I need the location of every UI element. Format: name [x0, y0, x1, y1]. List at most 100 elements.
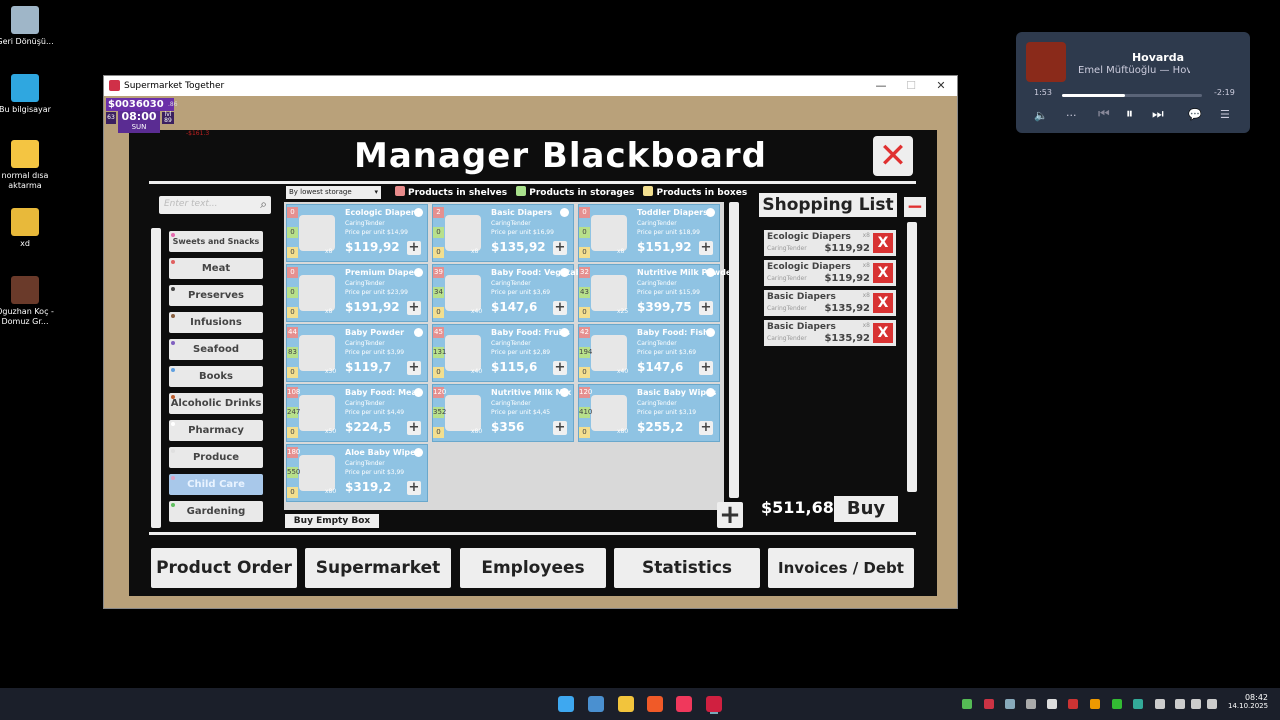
add-to-list-button[interactable]: + — [407, 481, 421, 495]
add-to-list-button[interactable]: + — [407, 361, 421, 375]
tab-employees[interactable]: Employees — [460, 548, 606, 588]
add-product-button[interactable]: + — [717, 502, 743, 528]
view-icon[interactable] — [560, 388, 569, 397]
shopping-item-brand: CaringTender — [767, 305, 807, 312]
view-icon[interactable] — [560, 208, 569, 217]
buy-button[interactable]: Buy — [834, 496, 898, 522]
category-button[interactable]: Alcoholic Drinks — [169, 393, 263, 414]
maximize-button[interactable]: ☐ — [899, 78, 923, 94]
tray-app-icon[interactable] — [1090, 699, 1100, 709]
track-title: Hovarda — [1131, 51, 1185, 64]
view-icon[interactable] — [706, 328, 715, 337]
tab-supermarket[interactable]: Supermarket — [305, 548, 451, 588]
album-art — [1026, 42, 1066, 82]
view-icon[interactable] — [560, 328, 569, 337]
search-input[interactable]: Enter text... — [164, 199, 218, 209]
tab-invoices-debt[interactable]: Invoices / Debt — [768, 548, 914, 588]
add-to-list-button[interactable]: + — [553, 361, 567, 375]
remove-item-button[interactable]: X — [873, 323, 893, 343]
category-button[interactable]: Infusions — [169, 312, 263, 333]
search-box[interactable]: Enter text... ⌕ — [159, 196, 271, 214]
add-to-list-button[interactable]: + — [699, 361, 713, 375]
remove-item-button[interactable]: X — [873, 263, 893, 283]
settings-tray-icon[interactable] — [1047, 699, 1057, 709]
category-button[interactable]: Books — [169, 366, 263, 387]
view-icon[interactable] — [706, 388, 715, 397]
network-app-icon[interactable] — [1133, 699, 1143, 709]
desktop-icon-folder-export[interactable]: normal dısa aktarma — [0, 140, 55, 191]
minimize-button[interactable]: — — [869, 78, 893, 94]
progress-track[interactable] — [1062, 94, 1202, 97]
view-icon[interactable] — [414, 388, 423, 397]
antivirus-icon[interactable] — [1068, 699, 1078, 709]
window-titlebar[interactable]: Supermarket Together — ☐ ✕ — [104, 76, 957, 96]
view-icon[interactable] — [414, 448, 423, 457]
desktop-icon-folder-xd[interactable]: xd — [0, 208, 55, 249]
file-explorer-icon[interactable] — [618, 696, 634, 712]
volume-icon[interactable]: 🔈 — [1034, 109, 1048, 122]
tab-statistics[interactable]: Statistics — [614, 548, 760, 588]
view-icon[interactable] — [414, 208, 423, 217]
remove-item-button[interactable]: X — [873, 293, 893, 313]
lyrics-icon[interactable]: 💬 — [1188, 108, 1202, 121]
tray-app-icon[interactable] — [984, 699, 994, 709]
gallery-icon[interactable] — [588, 696, 604, 712]
queue-list-icon[interactable]: ☰ — [1220, 108, 1230, 121]
wifi-icon[interactable] — [1175, 699, 1185, 709]
add-to-list-button[interactable]: + — [407, 421, 421, 435]
view-icon[interactable] — [560, 268, 569, 277]
volume-icon[interactable] — [1191, 699, 1201, 709]
battery-icon[interactable] — [1207, 699, 1217, 709]
add-to-list-button[interactable]: + — [553, 421, 567, 435]
add-to-list-button[interactable]: + — [407, 301, 421, 315]
category-button[interactable]: Seafood — [169, 339, 263, 360]
next-track-icon[interactable]: ⏭ — [1152, 107, 1164, 122]
previous-track-icon[interactable]: ⏮ — [1098, 107, 1110, 122]
category-button[interactable]: Preserves — [169, 285, 263, 306]
add-to-list-button[interactable]: + — [553, 301, 567, 315]
desktop-icon-recycle-bin[interactable]: Geri Dönüşü... — [0, 6, 55, 47]
window-close-button[interactable]: ✕ — [929, 78, 953, 94]
tray-app-icon[interactable] — [1112, 699, 1122, 709]
category-button[interactable]: Child Care — [169, 474, 263, 495]
category-button[interactable]: Produce — [169, 447, 263, 468]
category-button[interactable]: Gardening — [169, 501, 263, 522]
tray-expand-icon[interactable] — [1026, 699, 1036, 709]
search-icon[interactable]: ⌕ — [260, 197, 267, 212]
add-to-list-button[interactable]: + — [553, 241, 567, 255]
clear-list-button[interactable]: − — [904, 196, 926, 217]
add-to-list-button[interactable]: + — [407, 241, 421, 255]
brave-browser-icon[interactable] — [647, 696, 663, 712]
product-scrollbar[interactable] — [729, 202, 739, 498]
microphone-icon[interactable] — [1155, 699, 1165, 709]
add-to-list-button[interactable]: + — [699, 241, 713, 255]
view-icon[interactable] — [706, 208, 715, 217]
add-to-list-button[interactable]: + — [699, 421, 713, 435]
remove-item-button[interactable]: X — [873, 233, 893, 253]
category-scrollbar[interactable] — [151, 228, 161, 528]
nvidia-icon[interactable] — [962, 699, 972, 709]
music-app-icon[interactable] — [676, 696, 692, 712]
sort-select[interactable]: By lowest storage ▾ — [286, 186, 381, 199]
start-icon[interactable] — [558, 696, 574, 712]
category-button[interactable]: Pharmacy — [169, 420, 263, 441]
more-options-icon[interactable]: ··· — [1066, 109, 1077, 122]
supermarket-together-taskbar-icon[interactable] — [706, 696, 722, 712]
tab-product-order[interactable]: Product Order — [151, 548, 297, 588]
view-icon[interactable] — [706, 268, 715, 277]
board-close-button[interactable]: ✕ — [873, 136, 913, 176]
add-to-list-button[interactable]: + — [699, 301, 713, 315]
buy-empty-box-button[interactable]: Buy Empty Box — [285, 514, 379, 528]
boxes-count: 0 — [433, 307, 444, 318]
shopping-scrollbar[interactable] — [907, 222, 917, 492]
category-button[interactable]: Sweets and Snacks — [169, 231, 263, 252]
pause-icon[interactable]: ⏸ — [1126, 106, 1133, 122]
desktop-icon-video[interactable]: Oguzhan Koç - Domuz Gr... — [0, 276, 55, 327]
view-icon[interactable] — [414, 268, 423, 277]
desktop-icon-this-pc[interactable]: Bu bilgisayar — [0, 74, 55, 115]
storage-count: 43 — [579, 287, 590, 298]
steam-icon[interactable] — [1005, 699, 1015, 709]
view-icon[interactable] — [414, 328, 423, 337]
taskbar-clock[interactable]: 08:42 14.10.2025 — [1228, 693, 1268, 710]
category-button[interactable]: Meat — [169, 258, 263, 279]
